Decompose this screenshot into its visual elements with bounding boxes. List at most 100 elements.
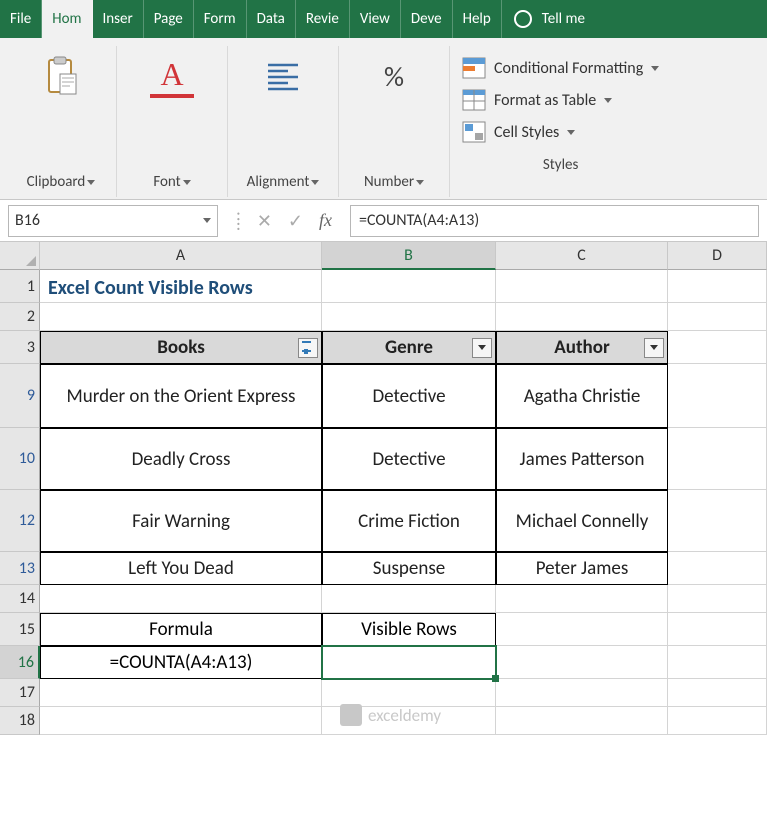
tab-page[interactable]: Page: [144, 0, 194, 38]
alignment-label: Alignment: [247, 173, 310, 191]
tab-data[interactable]: Data: [247, 0, 296, 38]
confirm-formula-icon[interactable]: ✓: [288, 210, 303, 232]
row-header-13[interactable]: 13: [0, 552, 40, 585]
cell-styles-icon: [462, 121, 486, 143]
header-genre[interactable]: Genre: [322, 331, 496, 364]
row-headers: 1 2 3 9 10 12 13 14 15 16 17 18: [0, 270, 40, 735]
styles-label: Styles: [543, 156, 578, 174]
number-label: Number: [364, 173, 414, 191]
cell-b16-value: 10: [322, 646, 496, 679]
row-header-10[interactable]: 10: [0, 428, 40, 490]
alignment-button[interactable]: [238, 46, 328, 98]
row-header-17[interactable]: 17: [0, 679, 40, 707]
filter-button-genre[interactable]: [472, 338, 492, 358]
cell-a13[interactable]: Left You Dead: [40, 552, 322, 585]
cell-a16[interactable]: =COUNTA(A4:A13): [40, 646, 322, 679]
name-box-value: B16: [15, 211, 40, 230]
formula-separator-icon: ⁞: [236, 210, 241, 232]
select-all-corner[interactable]: [0, 242, 40, 270]
col-header-a[interactable]: A: [40, 242, 322, 270]
cell-b15[interactable]: Visible Rows: [322, 613, 496, 646]
ribbon-body: Clipboard A Font Alignment % Number Cond…: [0, 38, 767, 200]
cell-b12[interactable]: Crime Fiction: [322, 490, 496, 552]
group-styles: Conditional Formatting Format as Table C…: [450, 46, 671, 197]
clipboard-label: Clipboard: [27, 173, 86, 191]
font-button[interactable]: A: [127, 46, 217, 98]
cancel-formula-icon[interactable]: ✕: [257, 210, 272, 232]
conditional-formatting-button[interactable]: Conditional Formatting: [462, 52, 659, 84]
group-alignment: Alignment: [228, 46, 339, 197]
format-as-table-label: Format as Table: [494, 91, 596, 110]
cell-c13[interactable]: Peter James: [496, 552, 668, 585]
tab-file[interactable]: File: [0, 0, 42, 38]
clipboard-icon: [39, 54, 83, 98]
cell-a9[interactable]: Murder on the Orient Express: [40, 364, 322, 428]
tell-me-search[interactable]: Tell me: [502, 0, 593, 38]
percent-icon: %: [372, 54, 416, 98]
sheet-area: A B C D 1 2 3 9 10 12 13 14 15 16 17 18 …: [0, 242, 767, 836]
row-header-3[interactable]: 3: [0, 331, 40, 364]
col-header-b[interactable]: B: [322, 242, 496, 270]
row-header-16[interactable]: 16: [0, 646, 40, 679]
filter-button-books[interactable]: [298, 338, 318, 358]
cell-c12[interactable]: Michael Connelly: [496, 490, 668, 552]
formula-input[interactable]: =COUNTA(A4:A13): [350, 205, 759, 237]
lightbulb-icon: [514, 10, 532, 28]
tab-formulas[interactable]: Form: [194, 0, 247, 38]
tell-me-label: Tell me: [542, 10, 585, 28]
tab-review[interactable]: Revie: [296, 0, 350, 38]
cell-a12[interactable]: Fair Warning: [40, 490, 322, 552]
tab-insert[interactable]: Inser: [93, 0, 144, 38]
row-header-1[interactable]: 1: [0, 270, 40, 303]
header-genre-label: Genre: [385, 336, 433, 359]
number-button[interactable]: %: [349, 46, 439, 98]
header-author[interactable]: Author: [496, 331, 668, 364]
col-header-d[interactable]: D: [668, 242, 767, 270]
clipboard-button[interactable]: [16, 46, 106, 98]
filter-button-author[interactable]: [644, 338, 664, 358]
tab-view[interactable]: View: [350, 0, 401, 38]
header-books-label: Books: [157, 336, 205, 359]
col-header-c[interactable]: C: [496, 242, 668, 270]
cell-a15[interactable]: Formula: [40, 613, 322, 646]
format-as-table-button[interactable]: Format as Table: [462, 84, 612, 116]
conditional-formatting-label: Conditional Formatting: [494, 59, 643, 78]
name-box[interactable]: B16: [8, 205, 218, 237]
chevron-down-icon: [416, 180, 424, 185]
chevron-down-icon: [478, 345, 486, 350]
cell-c10[interactable]: James Patterson: [496, 428, 668, 490]
tab-home[interactable]: Hom: [42, 0, 92, 38]
cell-a10[interactable]: Deadly Cross: [40, 428, 322, 490]
watermark-icon: [340, 704, 362, 726]
group-font: A Font: [117, 46, 228, 197]
row-header-18[interactable]: 18: [0, 707, 40, 735]
cell-grid[interactable]: Excel Count Visible Rows Books Genre Aut…: [40, 270, 767, 836]
tab-help[interactable]: Help: [453, 0, 502, 38]
chevron-down-icon: [183, 180, 191, 185]
cell-b10[interactable]: Detective: [322, 428, 496, 490]
header-books[interactable]: Books: [40, 331, 322, 364]
sheet-title: Excel Count Visible Rows: [40, 270, 261, 306]
conditional-formatting-icon: [462, 57, 486, 79]
chevron-down-icon: [311, 180, 319, 185]
column-headers: A B C D: [40, 242, 767, 270]
cell-b9[interactable]: Detective: [322, 364, 496, 428]
cell-styles-button[interactable]: Cell Styles: [462, 116, 575, 148]
alignment-icon: [261, 54, 305, 98]
row-header-14[interactable]: 14: [0, 585, 40, 613]
group-clipboard: Clipboard: [6, 46, 117, 197]
row-header-15[interactable]: 15: [0, 613, 40, 646]
cell-b13[interactable]: Suspense: [322, 552, 496, 585]
font-icon: A: [150, 54, 194, 98]
tab-developer[interactable]: Deve: [401, 0, 453, 38]
cell-styles-label: Cell Styles: [494, 123, 559, 142]
cell-c9[interactable]: Agatha Christie: [496, 364, 668, 428]
row-header-2[interactable]: 2: [0, 303, 40, 331]
watermark: exceldemy: [340, 704, 441, 726]
chevron-down-icon[interactable]: [203, 218, 211, 223]
fx-icon[interactable]: fx: [319, 210, 332, 231]
row-header-9[interactable]: 9: [0, 364, 40, 428]
formula-value: =COUNTA(A4:A13): [359, 211, 479, 230]
chevron-down-icon: [651, 66, 659, 71]
row-header-12[interactable]: 12: [0, 490, 40, 552]
